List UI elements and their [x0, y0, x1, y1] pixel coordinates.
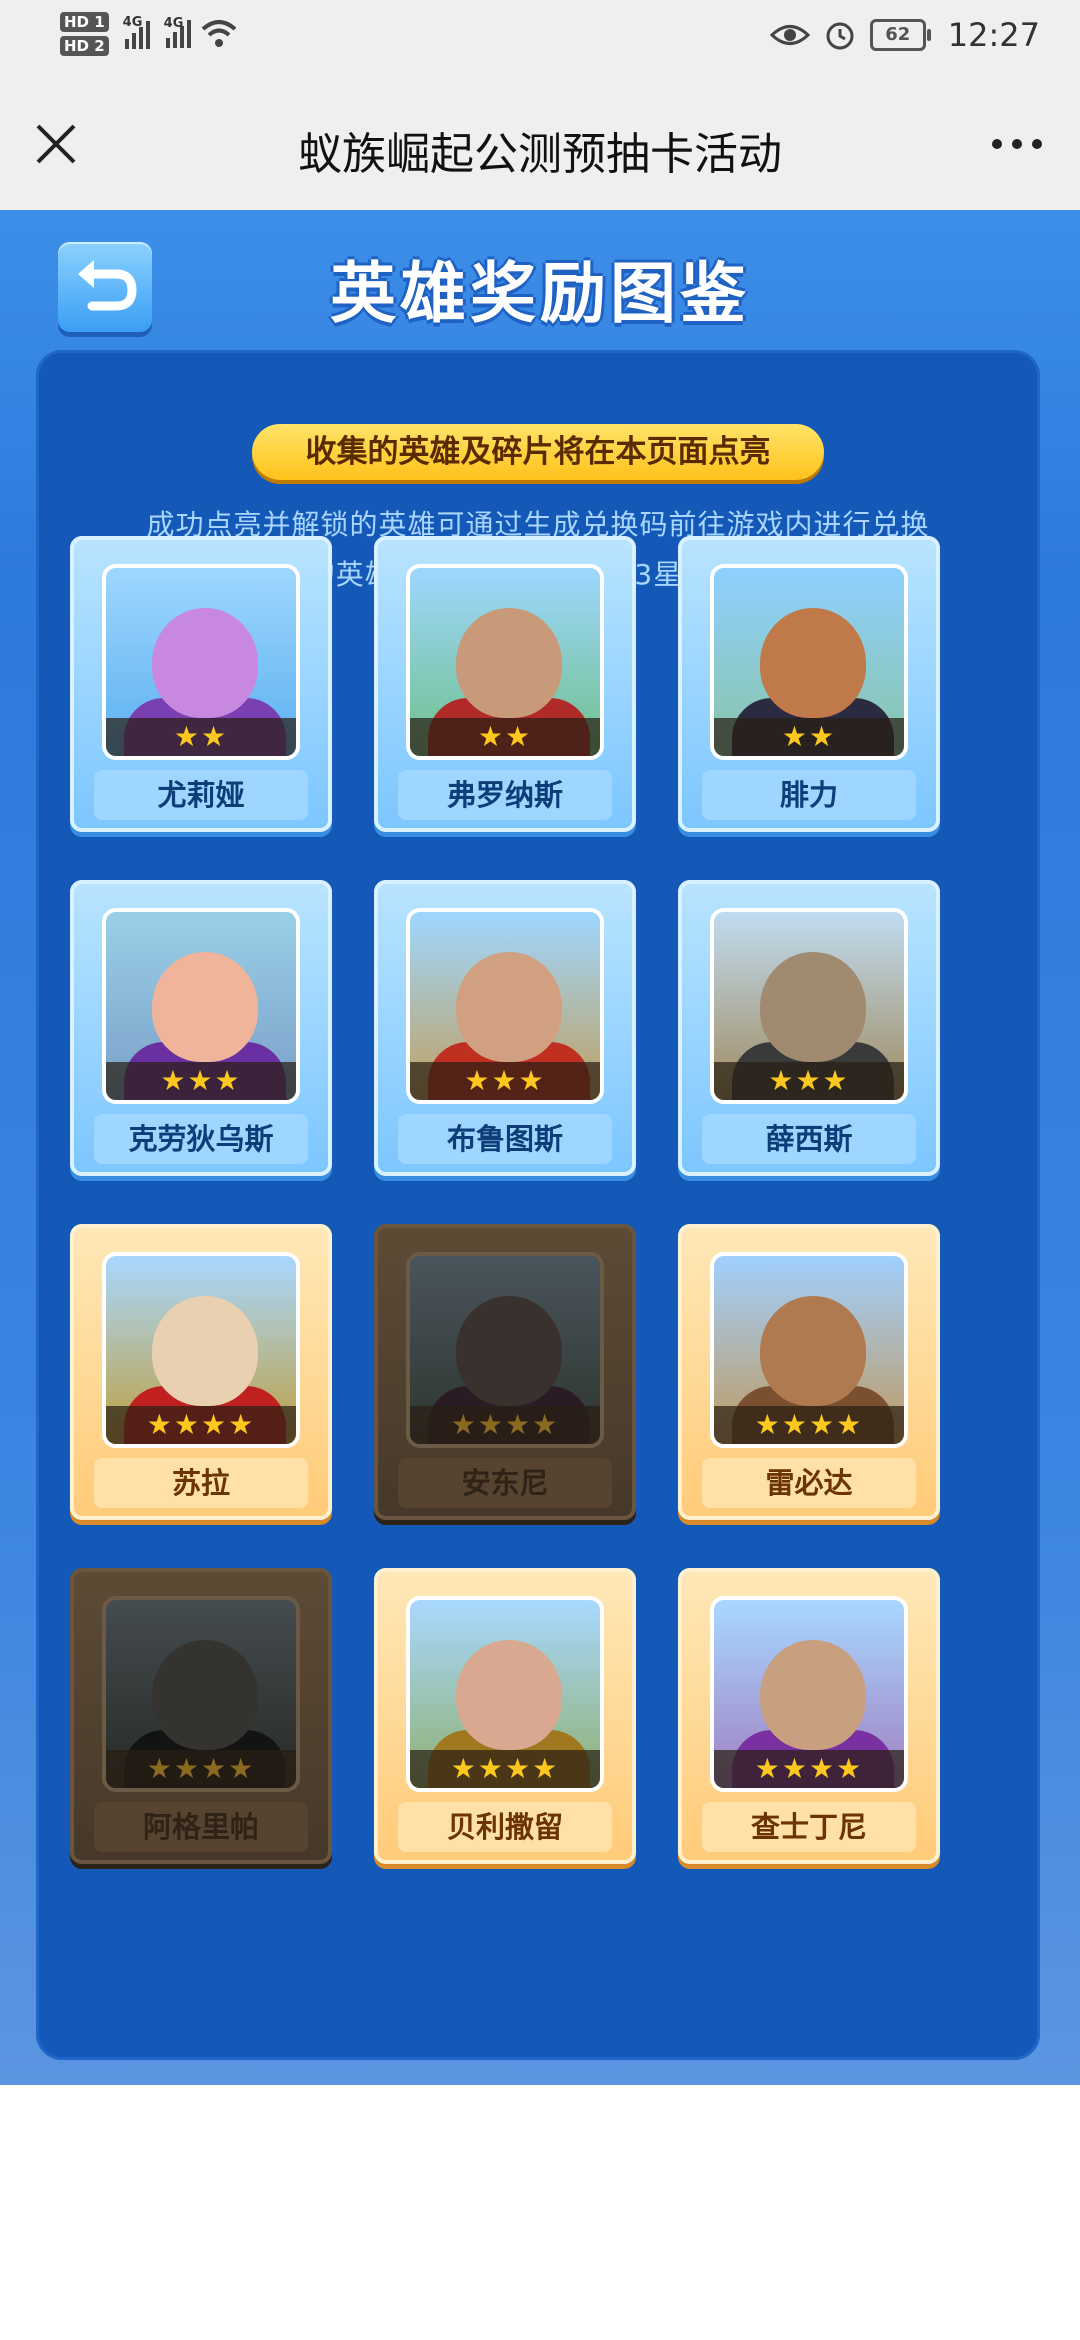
hero-card[interactable]: ★★★ 克劳狄乌斯: [70, 880, 332, 1176]
star-rating: ★★★★: [714, 1750, 904, 1788]
hero-card[interactable]: ★★★★ 阿格里帕: [70, 1568, 332, 1864]
event-page: 英雄奖励图鉴 收集的英雄及碎片将在本页面点亮 成功点亮并解锁的英雄可通过生成兑换…: [0, 210, 1080, 2085]
hero-portrait: ★★★: [406, 908, 604, 1104]
signal-1-icon: 4G: [123, 15, 150, 49]
star-rating: ★★★★: [410, 1750, 600, 1788]
hero-card[interactable]: ★★★★ 贝利撒留: [374, 1568, 636, 1864]
hero-name: 雷必达: [702, 1458, 916, 1508]
hero-name: 腓力: [702, 770, 916, 820]
hero-card[interactable]: ★★ 弗罗纳斯: [374, 536, 636, 832]
hero-face-shape: [152, 608, 258, 718]
star-rating: ★★★: [106, 1062, 296, 1100]
hero-portrait: ★★: [710, 564, 908, 760]
hero-name: 薛西斯: [702, 1114, 916, 1164]
star-rating: ★★★★: [106, 1750, 296, 1788]
title-bar: 蚁族崛起公测预抽卡活动: [0, 78, 1080, 210]
hero-name: 贝利撒留: [398, 1802, 612, 1852]
hero-name: 弗罗纳斯: [398, 770, 612, 820]
sim1-label: HD 1: [60, 12, 109, 32]
status-bar: HD 1 HD 2 4G 4G 62 12:27: [0, 0, 1080, 78]
hero-name: 克劳狄乌斯: [94, 1114, 308, 1164]
hero-card[interactable]: ★★ 尤莉娅: [70, 536, 332, 832]
battery-icon: 62: [869, 19, 931, 51]
hero-face-shape: [152, 1640, 258, 1750]
more-dot-icon: [1032, 139, 1042, 149]
star-rating: ★★★: [714, 1062, 904, 1100]
hero-name: 布鲁图斯: [398, 1114, 612, 1164]
star-rating: ★★★★: [410, 1406, 600, 1444]
more-dot-icon: [992, 139, 1002, 149]
section-heading: 英雄奖励图鉴: [330, 255, 750, 332]
hero-portrait: ★★★★: [406, 1596, 604, 1792]
hero-face-shape: [152, 952, 258, 1062]
hero-face-shape: [456, 608, 562, 718]
hero-name: 苏拉: [94, 1458, 308, 1508]
eye-icon: [769, 25, 810, 45]
star-rating: ★★★★: [106, 1406, 296, 1444]
hero-card[interactable]: ★★★★ 苏拉: [70, 1224, 332, 1520]
hero-name: 尤莉娅: [94, 770, 308, 820]
hero-card[interactable]: ★★★ 薛西斯: [678, 880, 940, 1176]
hero-card[interactable]: ★★★★ 安东尼: [374, 1224, 636, 1520]
network-1-label: 4G: [122, 15, 143, 30]
wifi-icon: [201, 20, 236, 47]
hero-face-shape: [760, 1296, 866, 1406]
more-dot-icon: [1012, 139, 1022, 149]
alarm-icon: [826, 22, 854, 50]
notice-banner: 收集的英雄及碎片将在本页面点亮: [252, 424, 824, 480]
star-rating: ★★: [410, 718, 600, 756]
star-rating: ★★★: [410, 1062, 600, 1100]
hero-face-shape: [456, 1296, 562, 1406]
hero-portrait: ★★: [102, 564, 300, 760]
hero-card[interactable]: ★★★★ 查士丁尼: [678, 1568, 940, 1864]
page-title: 蚁族崛起公测预抽卡活动: [298, 129, 782, 180]
sim-indicators: HD 1 HD 2: [60, 12, 109, 56]
hero-portrait: ★★★: [710, 908, 908, 1104]
hero-face-shape: [760, 1640, 866, 1750]
hero-face-shape: [760, 952, 866, 1062]
hero-name: 查士丁尼: [702, 1802, 916, 1852]
hero-portrait: ★★★★: [710, 1252, 908, 1448]
clock: 12:27: [947, 16, 1040, 54]
hero-face-shape: [152, 1296, 258, 1406]
hero-portrait: ★★: [406, 564, 604, 760]
network-2-label: 4G: [163, 16, 184, 31]
blank-area: [0, 2085, 1080, 2340]
hero-face-shape: [760, 608, 866, 718]
star-rating: ★★★★: [714, 1406, 904, 1444]
more-button[interactable]: [982, 122, 1052, 166]
hero-name: 阿格里帕: [94, 1802, 308, 1852]
hero-portrait: ★★★★: [710, 1596, 908, 1792]
hero-card[interactable]: ★★ 腓力: [678, 536, 940, 832]
hero-name: 安东尼: [398, 1458, 612, 1508]
hero-portrait: ★★★: [102, 908, 300, 1104]
hero-card[interactable]: ★★★★ 雷必达: [678, 1224, 940, 1520]
hero-face-shape: [456, 952, 562, 1062]
star-rating: ★★: [714, 718, 904, 756]
hero-face-shape: [456, 1640, 562, 1750]
hero-portrait: ★★★★: [102, 1596, 300, 1792]
star-rating: ★★: [106, 718, 296, 756]
hero-portrait: ★★★★: [406, 1252, 604, 1448]
signal-2-icon: 4G: [164, 16, 191, 48]
hero-card[interactable]: ★★★ 布鲁图斯: [374, 880, 636, 1176]
hero-portrait: ★★★★: [102, 1252, 300, 1448]
sim2-label: HD 2: [60, 36, 109, 56]
